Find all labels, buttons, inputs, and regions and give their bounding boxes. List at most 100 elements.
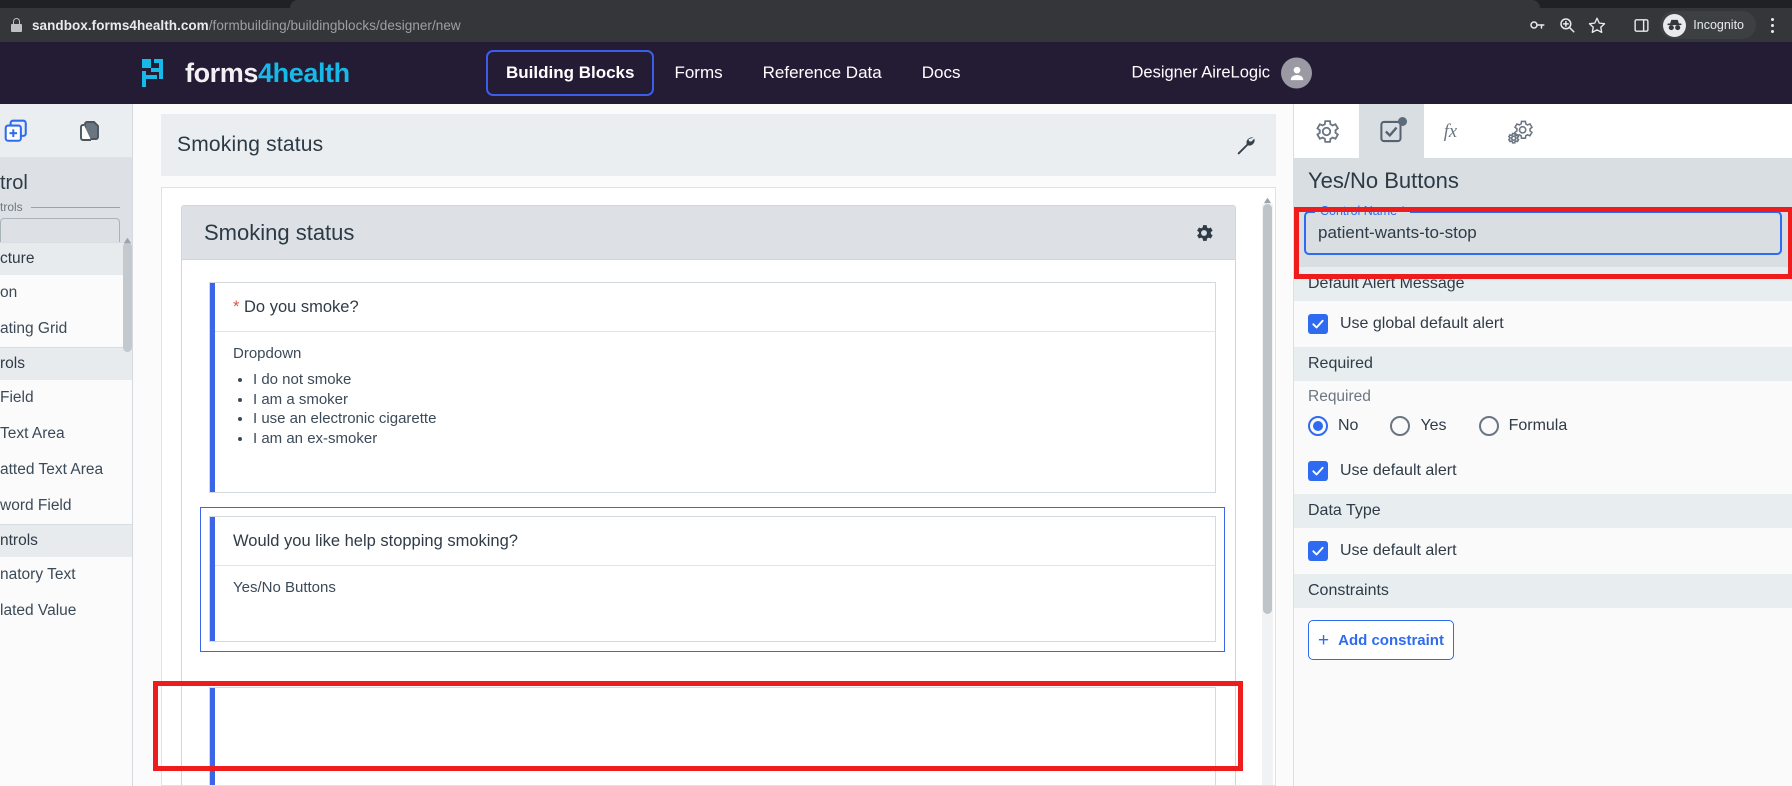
row-use-global-default-alert[interactable]: Use global default alert: [1294, 301, 1792, 347]
row-required-use-default-alert[interactable]: Use default alert: [1294, 448, 1792, 494]
app-body: trol trols cture on ating Grid rols Field Tex…: [0, 104, 1792, 786]
control-name-label: Control Name *: [1315, 204, 1411, 218]
sidebar-group-header: cture: [0, 242, 132, 275]
page-title: Smoking status: [177, 133, 324, 156]
question-type-block: Dropdown I do not smoke I am a smoker I …: [215, 332, 1215, 464]
section-constraints: Constraints: [1294, 574, 1792, 608]
browser-toolbar: sandbox.forms4health.com/formbuilding/bu…: [0, 8, 1792, 42]
control-name-input[interactable]: Control Name * patient-wants-to-stop: [1304, 204, 1782, 255]
checkbox-use-global-default-alert[interactable]: [1308, 314, 1328, 334]
forms4health-logo-icon: [140, 56, 174, 90]
selection-outline: [200, 507, 1225, 652]
kebab-menu-icon[interactable]: [1758, 11, 1786, 39]
bookmark-star-icon[interactable]: [1582, 11, 1612, 39]
sidebar-item[interactable]: Text Area: [0, 416, 132, 452]
add-constraint-label: Add constraint: [1338, 631, 1444, 649]
nav-forms[interactable]: Forms: [654, 50, 742, 96]
legend-divider: [30, 206, 120, 208]
lock-icon: [10, 18, 23, 32]
nav-docs[interactable]: Docs: [902, 50, 981, 96]
radio-required-formula[interactable]: [1478, 416, 1499, 436]
canvas-scrollbar[interactable]: [1262, 191, 1273, 785]
radio-required-yes[interactable]: [1390, 416, 1411, 436]
copy-block-icon[interactable]: [76, 117, 104, 145]
address-bar[interactable]: sandbox.forms4health.com/formbuilding/bu…: [0, 11, 1340, 39]
properties-panel: fx Yes/No Buttons Control Name * patient…: [1293, 104, 1792, 786]
sidebar-scroll-up-icon[interactable]: [123, 232, 132, 244]
sidebar-scrollbar-thumb[interactable]: [123, 242, 132, 352]
tab-validation-checkbox[interactable]: [1359, 104, 1424, 158]
section-required: Required: [1294, 347, 1792, 381]
control-name-zone: Control Name * patient-wants-to-stop: [1294, 204, 1792, 279]
question-wrapper-selected[interactable]: Would you like help stopping smoking? Ye…: [200, 507, 1225, 652]
gear-icon[interactable]: [1191, 220, 1217, 246]
required-star: *: [233, 298, 240, 316]
tab-settings-gear[interactable]: [1294, 104, 1359, 158]
question-label-text: Do you smoke?: [244, 298, 359, 316]
nav-building-blocks[interactable]: Building Blocks: [486, 50, 655, 96]
add-block-icon[interactable]: [2, 117, 30, 145]
browser-tabstrip: [0, 0, 1792, 8]
block-header: Smoking status: [182, 206, 1235, 260]
radio-required-no[interactable]: [1308, 416, 1328, 436]
sidebar-scrollbar[interactable]: [123, 242, 132, 786]
question-card[interactable]: * Do you smoke? Dropdown I do not smoke …: [209, 282, 1216, 493]
sidebar-toolbar: [0, 104, 132, 158]
url-path: /formbuilding/buildingblocks/designer/ne…: [208, 17, 461, 33]
label-datatype-use-default-alert: Use default alert: [1340, 542, 1457, 559]
sidebar-section-title: trol: [0, 172, 28, 194]
sidebar-group-header: ntrols: [0, 524, 132, 557]
sidebar-item[interactable]: natory Text: [0, 557, 132, 593]
list-item: I do not smoke: [253, 370, 1199, 390]
wrench-icon[interactable]: [1230, 130, 1260, 160]
label-required-formula: Formula: [1508, 417, 1568, 434]
label-required-yes: Yes: [1420, 417, 1447, 434]
sidebar-item[interactable]: ating Grid: [0, 311, 132, 347]
sidebar-item[interactable]: Field: [0, 380, 132, 416]
sidebar-item[interactable]: on: [0, 275, 132, 311]
nav-reference-data[interactable]: Reference Data: [743, 50, 902, 96]
block-title: Smoking status: [204, 219, 355, 245]
user-menu[interactable]: Designer AireLogic: [1132, 57, 1312, 89]
checkbox-required-use-default-alert[interactable]: [1308, 461, 1328, 481]
controls-sidebar: trol trols cture on ating Grid rols Field Tex…: [0, 104, 133, 786]
sidebar-control-list: cture on ating Grid rols Field Text Area atted…: [0, 242, 132, 629]
canvas-scroll-up-icon[interactable]: [1263, 192, 1272, 204]
question-label: * Do you smoke?: [215, 283, 1215, 332]
tab-formula-fx[interactable]: fx: [1424, 104, 1489, 158]
checkbox-datatype-use-default-alert[interactable]: [1308, 541, 1328, 561]
section-data-type: Data Type: [1294, 494, 1792, 528]
sidebar-group-header: rols: [0, 347, 132, 380]
tab-advanced-gears[interactable]: [1489, 104, 1554, 158]
label-required-use-default-alert: Use default alert: [1340, 462, 1457, 479]
row-datatype-use-default-alert[interactable]: Use default alert: [1294, 528, 1792, 574]
browser-tab[interactable]: [290, 0, 1540, 8]
canvas-scrollbar-thumb[interactable]: [1263, 204, 1272, 614]
properties-title-band: Yes/No Buttons: [1294, 158, 1792, 207]
question-options-list: I do not smoke I am a smoker I use an el…: [253, 370, 1199, 448]
url-text: sandbox.forms4health.com/formbuilding/bu…: [32, 18, 461, 33]
incognito-label: Incognito: [1693, 18, 1744, 32]
sidebar-item[interactable]: word Field: [0, 488, 132, 524]
sidebar-filter-legend: trols: [0, 200, 120, 214]
sidebar-item[interactable]: lated Value: [0, 593, 132, 629]
avatar[interactable]: [1281, 57, 1312, 89]
main-nav: Building Blocks Forms Reference Data Doc…: [486, 42, 980, 104]
add-constraint-button[interactable]: + Add constraint: [1308, 620, 1454, 660]
zoom-icon[interactable]: [1552, 11, 1582, 39]
sidebar-item[interactable]: atted Text Area: [0, 452, 132, 488]
tab-badge-dot: [1398, 117, 1407, 126]
properties-title: Yes/No Buttons: [1308, 168, 1459, 193]
app-logo-text: forms4health: [185, 57, 350, 88]
incognito-profile-button[interactable]: Incognito: [1660, 11, 1756, 39]
question-wrapper[interactable]: * Do you smoke? Dropdown I do not smoke …: [209, 282, 1216, 493]
side-panel-icon[interactable]: [1626, 11, 1656, 39]
control-name-value: patient-wants-to-stop: [1318, 223, 1477, 242]
list-item: I am an ex-smoker: [253, 429, 1199, 449]
radio-group-required: No Yes Formula: [1294, 408, 1792, 448]
passkey-icon[interactable]: [1522, 11, 1552, 39]
designer-canvas-column: Smoking status Smoking status * Do you s…: [133, 104, 1293, 786]
app-logo[interactable]: forms4health: [140, 56, 350, 90]
properties-tabs: fx: [1294, 104, 1792, 158]
list-item: I am a smoker: [253, 390, 1199, 410]
